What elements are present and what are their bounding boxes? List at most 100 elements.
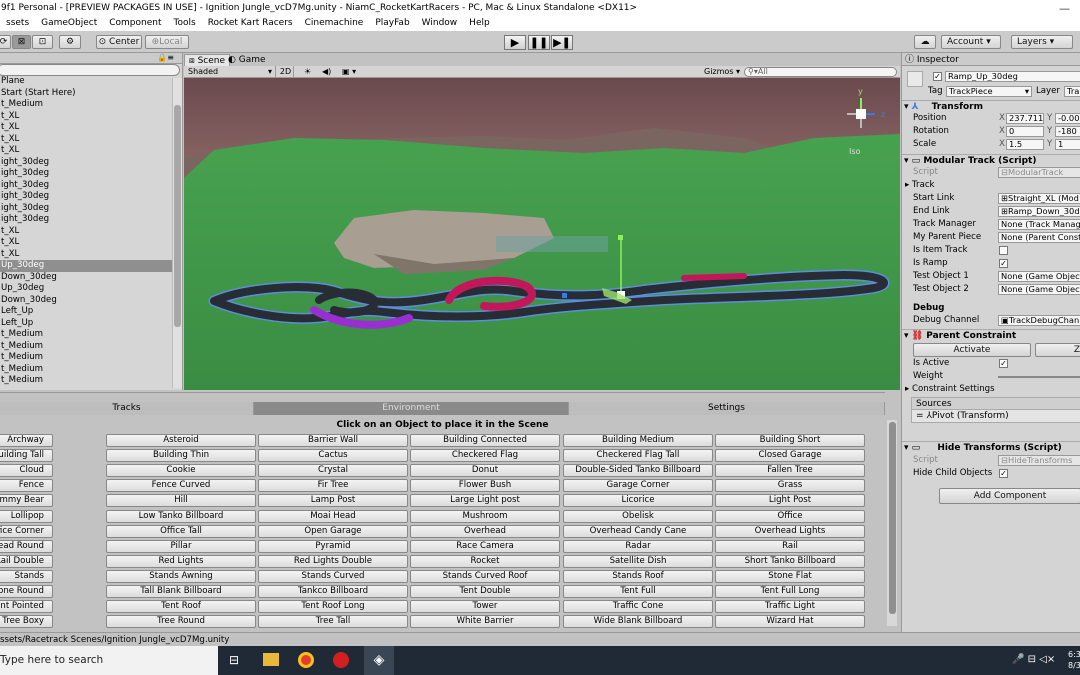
scene-search-input[interactable]: ⚲▾All xyxy=(744,67,897,77)
pause-button[interactable]: ❚❚ xyxy=(528,35,550,50)
place-object-button[interactable]: Moai Head xyxy=(258,509,408,523)
scene-render[interactable]: y z Iso xyxy=(184,78,900,390)
rotate-tool-icon[interactable]: ⟳ xyxy=(0,35,11,49)
start-link-field[interactable]: ⊞Straight_XL (Mod xyxy=(998,193,1080,204)
place-object-button[interactable]: Overhead Candy Cane xyxy=(563,524,713,538)
place-object-button[interactable]: Stands Curved Roof xyxy=(410,569,560,583)
place-object-button[interactable]: Fence xyxy=(0,479,53,493)
menu-assets[interactable]: ssets xyxy=(0,17,35,31)
place-object-button[interactable]: Traffic Cone xyxy=(563,600,713,614)
shading-dropdown[interactable]: Shaded ▾ xyxy=(188,66,276,77)
weight-slider[interactable] xyxy=(998,376,1080,378)
hierarchy-item[interactable]: t_XL xyxy=(0,226,182,238)
hide-transforms-header[interactable]: ▾ ▭ Hide Transforms (Script) xyxy=(902,441,1080,454)
effects-icon[interactable]: ▣ ▾ xyxy=(342,66,364,77)
place-object-button[interactable]: Checkered Flag Tall xyxy=(563,449,713,463)
clock[interactable]: 6:3 8/3 xyxy=(1068,649,1080,671)
source-entry[interactable]: = ⅄Pivot (Transform) xyxy=(912,410,1080,422)
tag-dropdown[interactable]: TrackPiece ▾ xyxy=(946,86,1032,97)
place-object-button[interactable]: Building Thin xyxy=(106,449,256,463)
place-object-button[interactable]: Hill xyxy=(106,494,256,508)
activate-button[interactable]: Activate xyxy=(913,343,1031,357)
hierarchy-item[interactable]: ight_30deg xyxy=(0,157,182,169)
hierarchy-item[interactable]: t_XL xyxy=(0,111,182,123)
tab-tracks[interactable]: Tracks xyxy=(0,402,254,415)
zero-button[interactable]: Z xyxy=(1035,343,1080,357)
active-checkbox[interactable]: ✓ xyxy=(933,72,942,81)
place-object-button[interactable]: Tankco Billboard xyxy=(258,585,408,598)
cloud-icon[interactable]: ☁ xyxy=(914,35,936,49)
play-button[interactable]: ▶ xyxy=(504,35,526,50)
test-object-1-field[interactable]: None (Game Object xyxy=(998,271,1080,282)
place-object-button[interactable]: Overhead xyxy=(410,524,560,538)
place-object-button[interactable]: Tent Full xyxy=(563,585,713,598)
lock-icon[interactable]: 🔒≡ xyxy=(157,53,174,62)
place-object-button[interactable]: Stone Round xyxy=(0,585,53,598)
test-object-2-field[interactable]: None (Game Object xyxy=(998,284,1080,295)
place-object-button[interactable]: Tent Pointed xyxy=(0,600,53,614)
hierarchy-item[interactable]: t_XL xyxy=(0,249,182,261)
scrollbar-thumb[interactable] xyxy=(174,105,181,327)
place-object-button[interactable]: Tree Boxy xyxy=(0,615,53,629)
place-object-button[interactable]: Wide Blank Billboard xyxy=(563,615,713,629)
place-object-button[interactable]: Lamp Post xyxy=(258,494,408,508)
place-object-button[interactable]: Gummy Bear xyxy=(0,494,53,508)
hierarchy-item[interactable]: Start (Start Here) xyxy=(0,88,182,100)
scene-viewport[interactable]: y z Iso xyxy=(184,78,900,390)
hide-child-checkbox[interactable]: ✓ xyxy=(999,469,1008,478)
place-object-button[interactable]: Low Tanko Billboard xyxy=(106,509,256,523)
place-object-button[interactable]: Checkered Flag xyxy=(410,449,560,463)
hierarchy-item[interactable]: t_Medium xyxy=(0,329,182,341)
place-object-button[interactable]: Tent Roof xyxy=(106,600,256,614)
menu-gameobject[interactable]: GameObject xyxy=(35,17,103,31)
is-ramp-checkbox[interactable]: ✓ xyxy=(999,259,1008,268)
place-object-button[interactable]: Fallen Tree xyxy=(715,464,865,478)
hierarchy-item[interactable]: t_XL xyxy=(0,122,182,134)
place-object-button[interactable]: Tree Round xyxy=(106,615,256,629)
task-view-icon[interactable]: ⊟ xyxy=(229,653,239,667)
track-foldout[interactable]: ▸ Track xyxy=(905,179,935,191)
hierarchy-item[interactable]: ight_30deg xyxy=(0,180,182,192)
place-object-button[interactable]: Crystal xyxy=(258,464,408,478)
place-object-button[interactable]: verhead Round xyxy=(0,539,53,553)
step-button[interactable]: ▶❚ xyxy=(551,35,573,50)
place-object-button[interactable]: Open Garage xyxy=(258,524,408,538)
lighting-icon[interactable]: ☀ xyxy=(304,66,318,77)
menu-component[interactable]: Component xyxy=(103,17,167,31)
object-list-scrollbar[interactable] xyxy=(887,420,897,626)
place-object-button[interactable]: Stone Flat xyxy=(715,569,865,583)
hierarchy-item[interactable]: Plane xyxy=(0,76,182,88)
place-object-button[interactable]: Satellite Dish xyxy=(563,554,713,568)
place-object-button[interactable]: Cookie xyxy=(106,464,256,478)
browser-icon[interactable] xyxy=(333,652,349,668)
hierarchy-item[interactable]: Left_Up xyxy=(0,318,182,330)
scrollbar-thumb[interactable] xyxy=(889,422,896,614)
hierarchy-scrollbar[interactable] xyxy=(172,78,182,388)
rotation-y-field[interactable]: -180 xyxy=(1055,126,1080,137)
place-object-button[interactable]: Fir Tree xyxy=(258,479,408,493)
place-object-button[interactable]: Office xyxy=(715,509,865,523)
place-object-button[interactable]: Office Corner xyxy=(0,524,53,538)
rect-tool-icon[interactable]: ⊠ xyxy=(12,35,31,49)
hierarchy-item[interactable]: t_XL xyxy=(0,145,182,157)
hierarchy-item[interactable]: t_XL xyxy=(0,237,182,249)
place-object-button[interactable]: Race Camera xyxy=(410,539,560,553)
hierarchy-item[interactable]: Left_Up xyxy=(0,306,182,318)
place-object-button[interactable]: Rail xyxy=(715,539,865,553)
place-object-button[interactable]: Asteroid xyxy=(106,434,256,447)
gizmos-dropdown[interactable]: Gizmos ▾ xyxy=(704,66,742,77)
hierarchy-item[interactable]: Down_30deg xyxy=(0,295,182,307)
place-object-button[interactable]: Tent Roof Long xyxy=(258,600,408,614)
place-object-button[interactable]: Traffic Light xyxy=(715,600,865,614)
hierarchy-item[interactable]: Up_30deg xyxy=(0,283,182,295)
track-manager-field[interactable]: None (Track Manag xyxy=(998,219,1080,230)
chrome-icon[interactable] xyxy=(298,652,314,668)
transform-tool-icon[interactable]: ⊡ xyxy=(32,35,53,49)
place-object-button[interactable]: Obelisk xyxy=(563,509,713,523)
place-object-button[interactable]: Grass xyxy=(715,479,865,493)
place-object-button[interactable]: Lollipop xyxy=(0,509,53,523)
menu-rocket-kart-racers[interactable]: Rocket Kart Racers xyxy=(202,17,299,31)
unity-icon[interactable]: ◈ xyxy=(364,646,394,675)
position-x-field[interactable]: 237.711 xyxy=(1006,113,1044,124)
parent-piece-field[interactable]: None (Parent Const xyxy=(998,232,1080,243)
